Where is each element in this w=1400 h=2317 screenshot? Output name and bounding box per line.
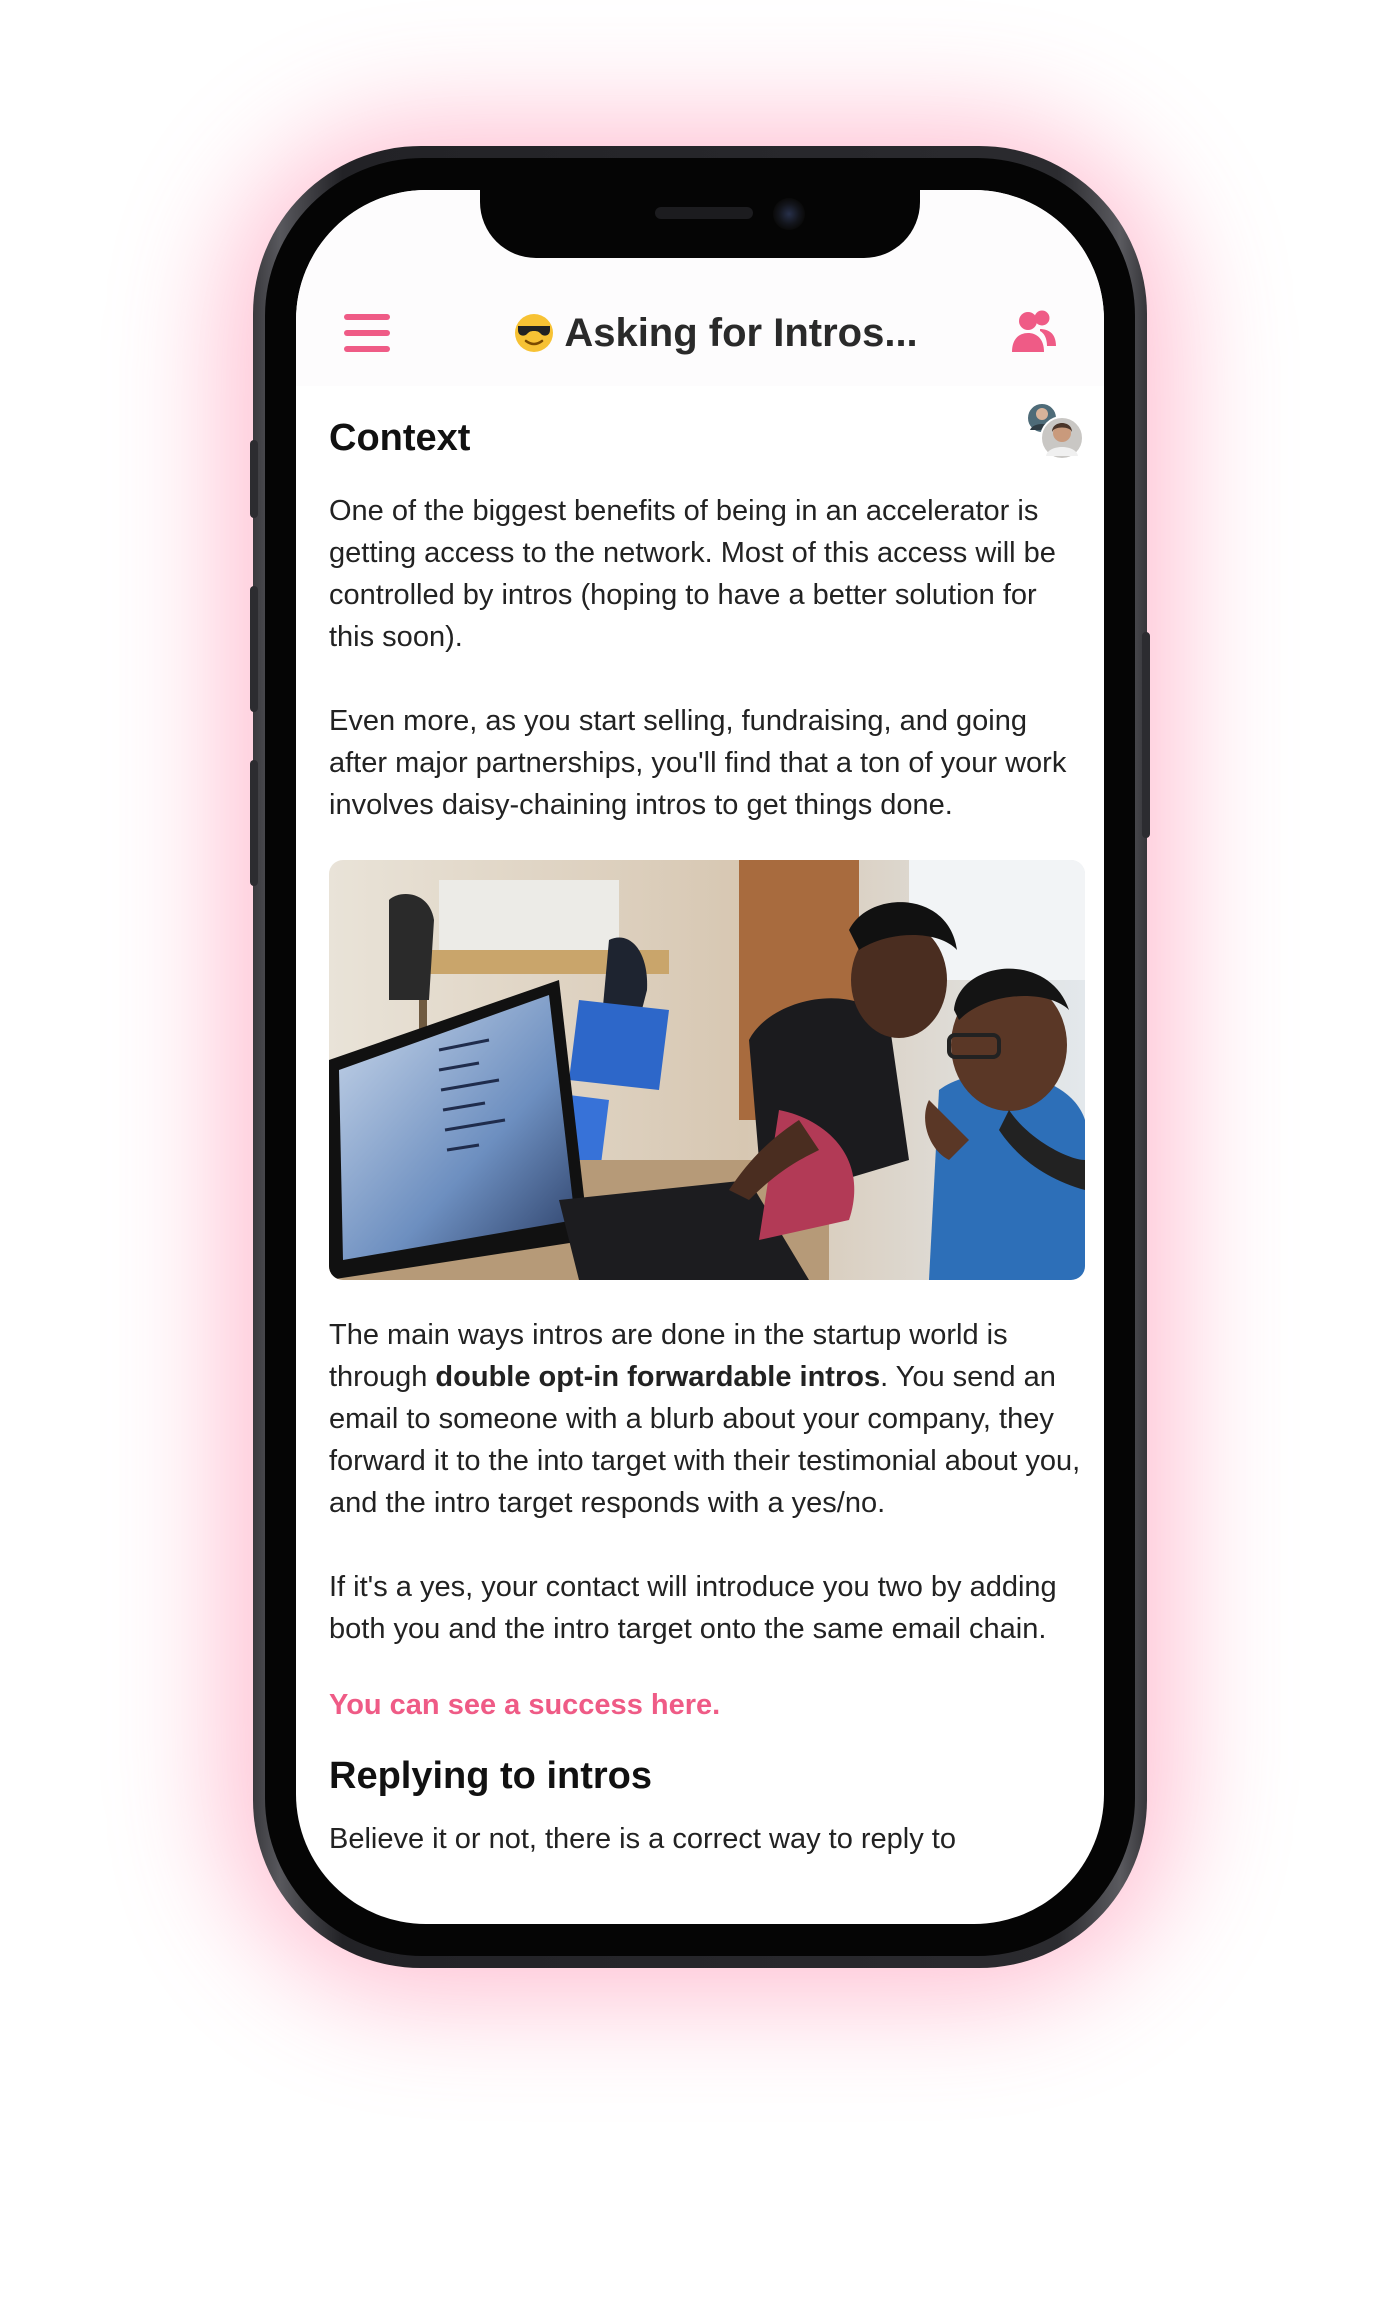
heading-context: Context bbox=[329, 417, 471, 459]
power-button bbox=[1142, 632, 1150, 838]
paragraph-4: If it's a yes, your contact will introdu… bbox=[329, 1571, 1057, 1645]
sunglasses-emoji-icon bbox=[515, 314, 554, 352]
device-stage: Asking for Intros... Context One of the … bbox=[0, 0, 1400, 2317]
page-title: Asking for Intros... bbox=[564, 310, 918, 355]
paragraph-2: Even more, as you start selling, fundrai… bbox=[329, 705, 1067, 821]
article-content: Context One of the biggest benefits of b… bbox=[329, 408, 1089, 1860]
mute-switch bbox=[250, 440, 258, 518]
paragraph-3: The main ways intros are done in the sta… bbox=[329, 1314, 1089, 1524]
office-photo-illustration bbox=[329, 860, 1085, 1280]
paragraph-3-bold: double opt-in forwardable intros bbox=[435, 1361, 881, 1393]
people-icon[interactable] bbox=[1010, 308, 1058, 356]
volume-down-button bbox=[250, 760, 258, 886]
success-link[interactable]: You can see a success here. bbox=[329, 1684, 1089, 1726]
heading-replying: Replying to intros bbox=[329, 1755, 652, 1797]
earpiece-speaker bbox=[655, 207, 753, 219]
volume-up-button bbox=[250, 586, 258, 712]
page-title-group: Asking for Intros... bbox=[466, 303, 966, 363]
phone-notch bbox=[480, 180, 920, 258]
paragraph-1: One of the biggest benefits of being in … bbox=[329, 495, 1056, 653]
hamburger-menu-icon[interactable] bbox=[344, 314, 390, 354]
front-camera bbox=[773, 198, 805, 230]
office-photo bbox=[329, 860, 1085, 1280]
app-screen: Asking for Intros... Context One of the … bbox=[296, 190, 1104, 1924]
paragraph-5: Believe it or not, there is a correct wa… bbox=[329, 1823, 956, 1855]
